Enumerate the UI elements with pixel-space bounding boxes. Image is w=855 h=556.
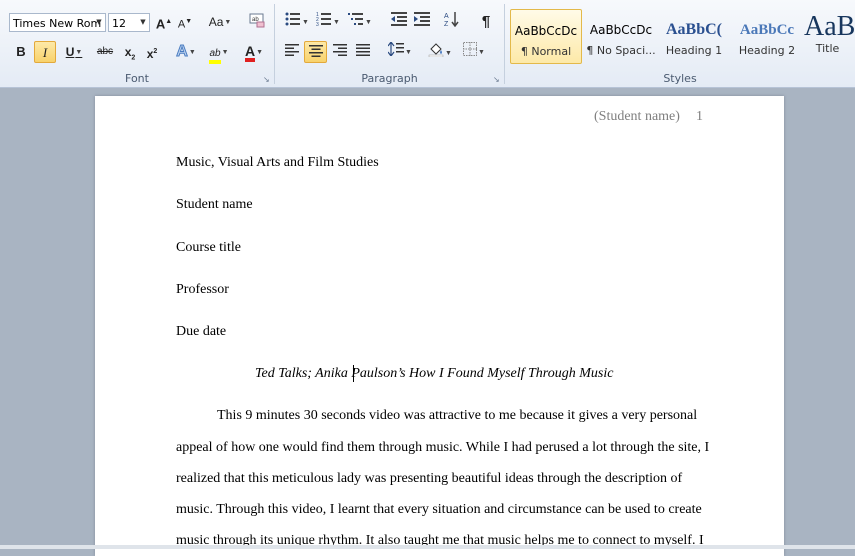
strikethrough-button[interactable]: abc bbox=[93, 41, 117, 63]
italic-button[interactable]: I bbox=[34, 41, 56, 63]
body-line: music. Through this video, I learnt that… bbox=[176, 502, 702, 517]
align-right-button[interactable] bbox=[329, 41, 351, 63]
justify-button[interactable] bbox=[352, 41, 374, 63]
chevron-down-icon[interactable]: ▼ bbox=[137, 14, 149, 31]
superscript-button[interactable]: x2 bbox=[142, 41, 162, 63]
body-line: realized that this meticulous lady was p… bbox=[176, 471, 683, 486]
line-spacing-button[interactable]: ▼ bbox=[385, 41, 415, 63]
svg-text:A: A bbox=[444, 13, 449, 20]
dialog-launcher-icon[interactable]: ↘ bbox=[493, 76, 501, 84]
highlight-icon: ab bbox=[209, 48, 221, 64]
font-group: Times New Rom ▼ 12 ▼ A▲ A▼ Aa▼ ab B I U▼… bbox=[0, 0, 274, 87]
justify-icon bbox=[356, 44, 370, 56]
style-no-spacing[interactable]: AaBbCcDc ¶ No Spaci... bbox=[585, 9, 657, 64]
styles-group-label: Styles bbox=[663, 72, 697, 85]
subscript-button[interactable]: x2 bbox=[120, 41, 140, 63]
align-left-button[interactable] bbox=[281, 41, 303, 63]
style-sample: AaBbCcDc bbox=[589, 23, 653, 37]
line-spacing-icon bbox=[387, 41, 405, 57]
grow-font-button[interactable]: A▲ bbox=[155, 11, 173, 33]
font-color-icon: A bbox=[244, 44, 256, 62]
decrease-indent-button[interactable] bbox=[389, 11, 409, 33]
heading-line: Professor bbox=[176, 282, 229, 297]
numbering-icon: 123 bbox=[316, 12, 332, 28]
clear-formatting-icon: ab bbox=[249, 13, 265, 28]
change-case-button[interactable]: Aa▼ bbox=[206, 11, 234, 33]
style-normal[interactable]: AaBbCcDc ¶ Normal bbox=[510, 9, 582, 64]
heading-line: Course title bbox=[176, 240, 241, 255]
text-cursor bbox=[353, 365, 354, 382]
shading-button[interactable]: ▼ bbox=[425, 41, 455, 63]
bold-button[interactable]: B bbox=[11, 41, 31, 63]
bullets-button[interactable]: ▼ bbox=[283, 11, 311, 33]
style-heading-1[interactable]: AaBbC( Heading 1 bbox=[658, 9, 730, 64]
increase-indent-button[interactable] bbox=[412, 11, 432, 33]
numbering-button[interactable]: 1 2 3 ▼ bbox=[314, 11, 342, 33]
svg-text:3: 3 bbox=[316, 22, 319, 26]
style-heading-2[interactable]: AaBbCc Heading 2 bbox=[731, 9, 803, 64]
clear-formatting-button[interactable]: ab bbox=[247, 11, 267, 33]
style-sample: AaBbC( bbox=[665, 21, 722, 38]
show-formatting-marks-button[interactable]: ¶ bbox=[476, 11, 496, 33]
document-page[interactable]: (Student name) 1 Music, Visual Arts and … bbox=[95, 96, 784, 556]
svg-text:Z: Z bbox=[444, 21, 449, 27]
font-name-combo[interactable]: Times New Rom ▼ bbox=[9, 13, 106, 32]
sort-icon: AZ bbox=[444, 12, 459, 28]
shrink-font-button[interactable]: A▼ bbox=[176, 11, 194, 33]
style-name: Heading 2 bbox=[738, 44, 796, 57]
heading-line: Music, Visual Arts and Film Studies bbox=[176, 155, 379, 170]
style-name: ¶ Normal bbox=[520, 45, 572, 58]
style-name: ¶ No Spaci... bbox=[586, 44, 656, 57]
align-right-icon bbox=[333, 44, 347, 56]
header-page-number: 1 bbox=[696, 109, 703, 124]
header-student-name: (Student name) bbox=[594, 109, 680, 124]
align-center-button[interactable] bbox=[304, 41, 327, 63]
style-sample: AaB bbox=[804, 11, 855, 42]
bullets-icon bbox=[285, 12, 301, 26]
style-sample: AaBbCc bbox=[739, 22, 795, 38]
paint-bucket-icon bbox=[428, 43, 444, 58]
underline-button[interactable]: U▼ bbox=[60, 41, 88, 63]
decrease-indent-icon bbox=[391, 12, 407, 26]
font-size-combo[interactable]: 12 ▼ bbox=[108, 13, 150, 32]
style-title[interactable]: AaB Title bbox=[800, 9, 855, 64]
font-size-value: 12 bbox=[112, 17, 126, 30]
chevron-down-icon[interactable]: ▼ bbox=[93, 14, 105, 31]
font-name-value: Times New Rom bbox=[13, 17, 102, 30]
borders-icon bbox=[463, 42, 478, 56]
styles-group: AaBbCcDc ¶ Normal AaBbCcDc ¶ No Spaci...… bbox=[505, 0, 855, 87]
ribbon: Times New Rom ▼ 12 ▼ A▲ A▼ Aa▼ ab B I U▼… bbox=[0, 0, 855, 88]
multilevel-list-icon bbox=[348, 13, 364, 25]
heading-line: Student name bbox=[176, 197, 253, 212]
heading-line: Due date bbox=[176, 324, 227, 339]
essay-title: Ted Talks; Anika Paulson’s How I Found M… bbox=[255, 366, 614, 381]
status-bar-edge bbox=[0, 545, 855, 549]
font-group-label: Font bbox=[125, 72, 149, 85]
increase-indent-icon bbox=[414, 12, 430, 26]
body-line: This 9 minutes 30 seconds video was attr… bbox=[217, 408, 698, 423]
multilevel-list-button[interactable]: ▼ bbox=[345, 11, 375, 33]
highlight-button[interactable]: ab▼ bbox=[204, 41, 234, 64]
style-name: Heading 1 bbox=[665, 44, 723, 57]
dialog-launcher-icon[interactable]: ↘ bbox=[263, 76, 271, 84]
borders-button[interactable]: ▼ bbox=[459, 41, 489, 63]
body-line: appeal of how one would find them throug… bbox=[176, 440, 710, 455]
sort-button[interactable]: AZ bbox=[442, 11, 462, 33]
paragraph-group: ▼ 1 2 3 ▼ ▼ AZ ¶ ▼ ▼ ▼ Paragraph ↘ bbox=[275, 0, 504, 87]
text-effects-button[interactable]: A▼ bbox=[172, 41, 200, 63]
align-center-icon bbox=[308, 45, 323, 57]
font-color-button[interactable]: A▼ bbox=[239, 41, 269, 63]
paragraph-group-label: Paragraph bbox=[361, 72, 418, 85]
align-left-icon bbox=[285, 44, 299, 56]
text-effects-icon: A bbox=[176, 43, 189, 61]
style-sample: AaBbCcDc bbox=[514, 24, 578, 38]
